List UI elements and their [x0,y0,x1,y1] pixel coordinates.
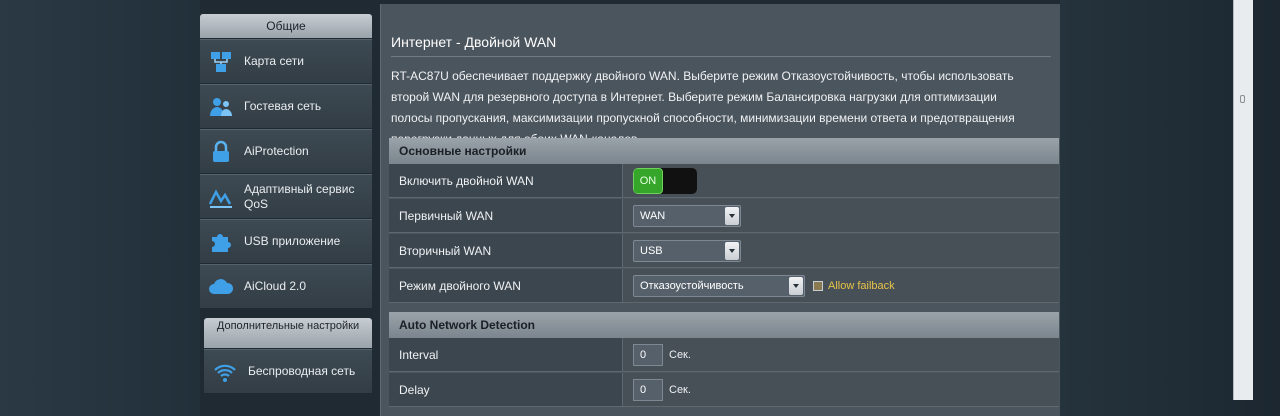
sidebar-group-header: Дополнительные настройки [204,318,372,348]
interval-input[interactable]: 0 [633,343,663,366]
sidebar-item-label: USB приложение [244,234,341,248]
row-secondary-wan: Вторичный WAN USB [389,234,1059,268]
title-divider [391,56,1051,57]
delay-input[interactable]: 0 [633,378,663,401]
sidebar-item-aiprotection[interactable]: AiProtection [200,129,372,173]
sidebar-item-label: Карта сети [244,54,304,68]
chevron-down-icon[interactable] [789,276,803,295]
sidebar-item-aicloud[interactable]: AiCloud 2.0 [200,264,372,308]
puzzle-icon [208,229,234,255]
sidebar-item-label: AiCloud 2.0 [244,279,307,293]
sidebar-item-label: Гостевая сеть [244,99,322,113]
guest-network-icon [208,94,234,120]
select-value: Отказоустойчивость [640,279,744,292]
secondary-wan-select[interactable]: USB [633,239,741,262]
sidebar-item-label: Адаптивный сервис QoS [244,181,355,211]
page-title: Интернет - Двойной WAN [391,34,557,50]
row-delay: Delay 0 Сек. [389,373,1059,407]
allow-failback-checkbox[interactable] [813,280,823,291]
network-map-icon [208,49,234,75]
row-label: Первичный WAN [389,199,623,232]
sidebar-item-wireless[interactable]: Беспроводная сеть [204,349,372,393]
window-edge [1233,0,1253,400]
chevron-down-icon[interactable] [725,241,739,260]
section-header-basic: Основные настройки [389,138,1059,164]
select-value: USB [640,244,663,257]
sidebar-item-qos[interactable]: Адаптивный сервис QoS [200,174,372,218]
qos-icon [208,184,234,210]
select-value: WAN [640,209,666,222]
row-label: Режим двойного WAN [389,269,623,302]
dual-wan-toggle[interactable]: ON [633,167,697,194]
row-label: Вторичный WAN [389,234,623,267]
row-dual-wan-mode: Режим двойного WAN Отказоустойчивость Al… [389,269,1059,303]
sidebar-item-network-map[interactable]: Карта сети [200,39,372,83]
lock-icon [208,139,234,165]
toggle-on-label: ON [633,167,663,194]
row-interval: Interval 0 Сек. [389,338,1059,372]
unit-label: Сек. [669,383,691,396]
main-panel: Интернет - Двойной WAN RT-AC87U обеспечи… [380,4,1060,416]
background-left [0,0,200,416]
chevron-down-icon[interactable] [725,206,739,225]
sidebar-item-guest-network[interactable]: Гостевая сеть [200,84,372,128]
unit-label: Сек. [669,348,691,361]
row-enable-dual-wan: Включить двойной WAN ON [389,164,1059,198]
wifi-icon [212,359,238,385]
sidebar-item-label: Беспроводная сеть [248,364,356,378]
sidebar-header: Общие [200,14,372,38]
row-label: Interval [389,338,623,371]
row-label: Включить двойной WAN [389,164,623,197]
primary-wan-select[interactable]: WAN [633,204,741,227]
cloud-icon [208,274,234,300]
row-label: Delay [389,373,623,406]
edge-handle-icon [1240,95,1245,103]
sidebar-item-usb-app[interactable]: USB приложение [200,219,372,263]
sidebar: Общие Карта сети Гостевая сеть AiProtect… [200,14,372,416]
row-primary-wan: Первичный WAN WAN [389,199,1059,233]
allow-failback-label[interactable]: Allow failback [828,280,895,292]
dual-wan-mode-select[interactable]: Отказоустойчивость [633,274,805,297]
sidebar-item-label: AiProtection [244,144,309,158]
section-header-detection: Auto Network Detection [389,312,1059,338]
